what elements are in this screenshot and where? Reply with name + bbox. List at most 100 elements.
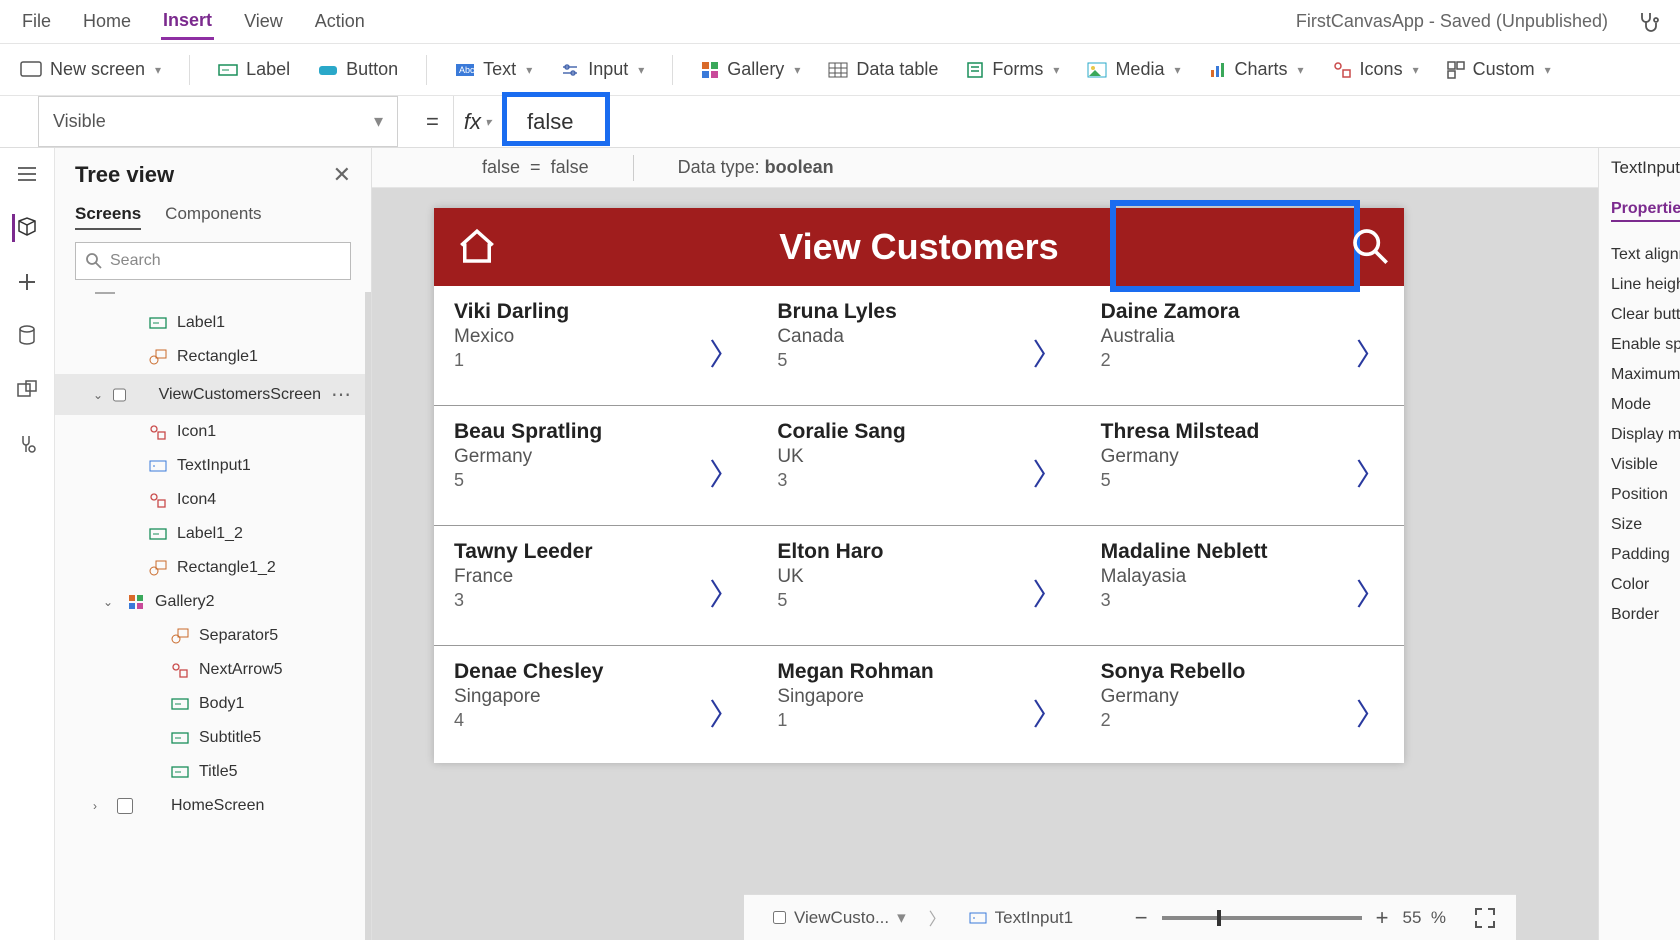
insert-icons-button[interactable]: Icons▾ bbox=[1332, 59, 1419, 80]
chevron-right-icon[interactable]: 〉 bbox=[1033, 690, 1063, 734]
tree-item-nextarrow5[interactable]: NextArrow5 bbox=[55, 653, 365, 687]
tree-item-viewcustomersscreen[interactable]: ⌄ViewCustomersScreen⋯ bbox=[55, 374, 365, 415]
property-row[interactable]: Border bbox=[1611, 600, 1680, 630]
tree-checkbox[interactable] bbox=[113, 387, 126, 403]
search-icon[interactable] bbox=[1350, 226, 1390, 266]
menu-action[interactable]: Action bbox=[313, 5, 367, 38]
property-row[interactable]: Padding bbox=[1611, 540, 1680, 570]
gallery-item[interactable]: Viki DarlingMexico1〉 bbox=[434, 286, 757, 406]
plus-icon[interactable] bbox=[13, 268, 41, 296]
gallery-item[interactable]: Thresa MilsteadGermany5〉 bbox=[1081, 406, 1404, 526]
tree-item-subtitle5[interactable]: Subtitle5 bbox=[55, 721, 365, 755]
tree-item-body1[interactable]: Body1 bbox=[55, 687, 365, 721]
tree-search-input[interactable]: Search bbox=[75, 242, 351, 280]
tree-item-homescreen[interactable]: ›HomeScreen bbox=[55, 789, 365, 823]
tree-item-gallery2[interactable]: ⌄Gallery2 bbox=[55, 585, 365, 619]
insert-datatable-button[interactable]: Data table bbox=[828, 59, 938, 80]
more-icon[interactable]: ⋯ bbox=[331, 382, 351, 407]
app-canvas[interactable]: View Customers Viki DarlingMexico1〉Bruna… bbox=[434, 208, 1404, 763]
tools-icon[interactable] bbox=[13, 430, 41, 458]
tree-view-icon[interactable] bbox=[12, 214, 40, 242]
property-row[interactable]: Text alignment bbox=[1611, 240, 1680, 270]
insert-button-button[interactable]: Button bbox=[318, 59, 398, 80]
insert-label-button[interactable]: Label bbox=[218, 59, 290, 80]
chevron-right-icon[interactable]: 〉 bbox=[1033, 570, 1063, 614]
fx-button[interactable]: fx▾ bbox=[453, 96, 501, 147]
insert-custom-button[interactable]: Custom▾ bbox=[1447, 59, 1551, 80]
gallery-item[interactable]: Bruna LylesCanada5〉 bbox=[757, 286, 1080, 406]
gallery-item[interactable]: Sonya RebelloGermany2〉 bbox=[1081, 646, 1404, 763]
gallery-item[interactable]: Daine ZamoraAustralia2〉 bbox=[1081, 286, 1404, 406]
gallery-item[interactable]: Elton HaroUK5〉 bbox=[757, 526, 1080, 646]
crumb-checkbox[interactable] bbox=[773, 911, 786, 924]
tab-components[interactable]: Components bbox=[165, 204, 261, 230]
menu-insert[interactable]: Insert bbox=[161, 4, 214, 40]
property-row[interactable]: Display mo bbox=[1611, 420, 1680, 450]
gallery-item[interactable]: Denae ChesleySingapore4〉 bbox=[434, 646, 757, 763]
menu-file[interactable]: File bbox=[20, 5, 53, 38]
breadcrumb-control[interactable]: TextInput1 bbox=[960, 903, 1082, 933]
insert-input-button[interactable]: Input▾ bbox=[560, 59, 644, 80]
tree-item-icon4[interactable]: Icon4 bbox=[55, 483, 365, 517]
property-row[interactable]: Maximum le bbox=[1611, 360, 1680, 390]
property-selector[interactable]: Visible ▾ bbox=[38, 96, 398, 147]
gallery-item[interactable]: Madaline NeblettMalayasia3〉 bbox=[1081, 526, 1404, 646]
property-row[interactable]: Size bbox=[1611, 510, 1680, 540]
tree-item-label1[interactable]: Label1 bbox=[55, 306, 365, 340]
fullscreen-icon[interactable] bbox=[1474, 907, 1496, 929]
tree-item-title5[interactable]: Title5 bbox=[55, 755, 365, 789]
zoom-out-button[interactable]: − bbox=[1135, 905, 1148, 931]
tree-item-rectangle1_2[interactable]: Rectangle1_2 bbox=[55, 551, 365, 585]
property-row[interactable]: Mode bbox=[1611, 390, 1680, 420]
tree-item-icon1[interactable]: Icon1 bbox=[55, 415, 365, 449]
chevron-right-icon[interactable]: 〉 bbox=[1356, 690, 1386, 734]
zoom-in-button[interactable]: + bbox=[1376, 905, 1389, 931]
chevron-right-icon[interactable]: 〉 bbox=[1356, 450, 1386, 494]
home-icon[interactable] bbox=[456, 226, 498, 268]
customer-name: Coralie Sang bbox=[777, 420, 1060, 444]
gallery-item[interactable]: Tawny LeederFrance3〉 bbox=[434, 526, 757, 646]
insert-text-button[interactable]: Abc Text▾ bbox=[455, 59, 532, 80]
insert-charts-button[interactable]: Charts▾ bbox=[1209, 59, 1304, 80]
media-rail-icon[interactable] bbox=[13, 376, 41, 404]
new-screen-button[interactable]: New screen ▾ bbox=[20, 59, 161, 80]
chevron-right-icon[interactable]: 〉 bbox=[709, 450, 739, 494]
breadcrumb-screen[interactable]: ViewCusto... ▾ bbox=[764, 903, 915, 933]
close-icon[interactable]: ✕ bbox=[333, 162, 351, 188]
insert-media-button[interactable]: Media▾ bbox=[1087, 59, 1180, 80]
database-icon[interactable] bbox=[13, 322, 41, 350]
tree-list[interactable]: Label1Rectangle1⌄ViewCustomersScreen⋯Ico… bbox=[55, 292, 371, 940]
gallery-item[interactable]: Beau SpratlingGermany5〉 bbox=[434, 406, 757, 526]
customers-gallery[interactable]: Viki DarlingMexico1〉Bruna LylesCanada5〉D… bbox=[434, 286, 1404, 763]
property-row[interactable]: Clear button bbox=[1611, 300, 1680, 330]
tree-item-label1_2[interactable]: Label1_2 bbox=[55, 517, 365, 551]
chevron-right-icon[interactable]: 〉 bbox=[709, 690, 739, 734]
zoom-slider[interactable] bbox=[1162, 916, 1362, 920]
insert-forms-button[interactable]: Forms▾ bbox=[966, 59, 1059, 80]
tree-item-rectangle1[interactable]: Rectangle1 bbox=[55, 340, 365, 374]
formula-input[interactable]: false bbox=[501, 96, 1680, 147]
insert-gallery-button[interactable]: Gallery▾ bbox=[701, 59, 800, 80]
chevron-right-icon[interactable]: 〉 bbox=[1033, 450, 1063, 494]
chevron-right-icon[interactable]: 〉 bbox=[1356, 330, 1386, 374]
chevron-right-icon[interactable]: 〉 bbox=[1033, 330, 1063, 374]
tab-screens[interactable]: Screens bbox=[75, 204, 141, 230]
menu-view[interactable]: View bbox=[242, 5, 285, 38]
stethoscope-icon[interactable] bbox=[1636, 10, 1660, 34]
chevron-right-icon[interactable]: 〉 bbox=[709, 330, 739, 374]
property-row[interactable]: Line height bbox=[1611, 270, 1680, 300]
hamburger-icon[interactable] bbox=[13, 160, 41, 188]
tree-checkbox[interactable] bbox=[117, 798, 133, 814]
chevron-right-icon[interactable]: 〉 bbox=[709, 570, 739, 614]
tree-item-separator5[interactable]: Separator5 bbox=[55, 619, 365, 653]
tree-item-textinput1[interactable]: TextInput1 bbox=[55, 449, 365, 483]
gallery-item[interactable]: Megan RohmanSingapore1〉 bbox=[757, 646, 1080, 763]
menu-home[interactable]: Home bbox=[81, 5, 133, 38]
property-row[interactable]: Enable spell bbox=[1611, 330, 1680, 360]
property-row[interactable]: Color bbox=[1611, 570, 1680, 600]
chevron-right-icon[interactable]: 〉 bbox=[1356, 570, 1386, 614]
property-row[interactable]: Visible bbox=[1611, 450, 1680, 480]
property-row[interactable]: Position bbox=[1611, 480, 1680, 510]
properties-tab[interactable]: Properties bbox=[1611, 200, 1680, 222]
gallery-item[interactable]: Coralie SangUK3〉 bbox=[757, 406, 1080, 526]
